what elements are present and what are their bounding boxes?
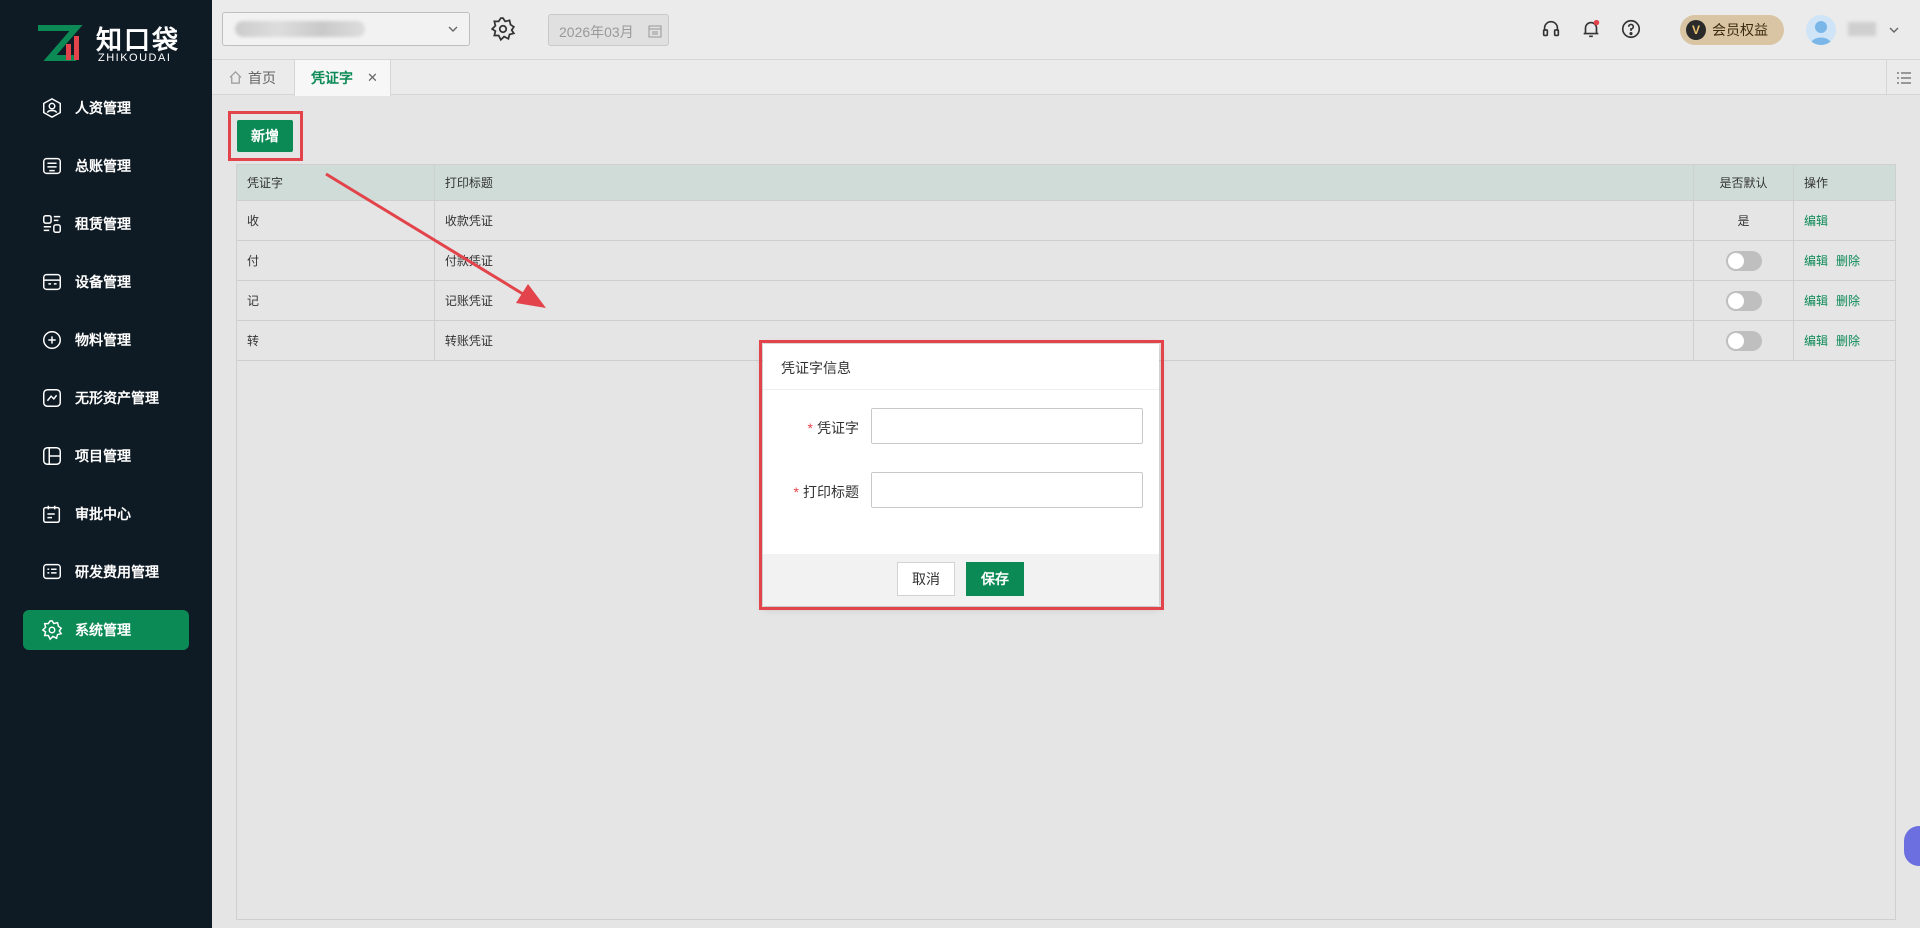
headset-icon[interactable] [1540,18,1562,40]
sidebar-item-label: 租赁管理 [75,216,131,232]
sidebar-item-label: 审批中心 [75,506,131,522]
cell-actions: 编辑 删除 [1793,320,1896,361]
default-toggle[interactable] [1725,290,1762,311]
sidebar-item-label: 研发费用管理 [75,564,159,580]
person-icon [41,97,63,119]
avatar[interactable] [1806,15,1836,45]
sidebar-item-rd-expense[interactable]: 研发费用管理 [23,552,189,592]
username-redacted [1848,22,1876,36]
column-header: 操作 [1793,164,1896,201]
sidebar-item-lease[interactable]: 租赁管理 [23,204,189,244]
delete-link[interactable]: 删除 [1836,334,1860,348]
cell-actions: 编辑 [1793,200,1896,241]
sidebar-item-label: 物料管理 [75,332,131,348]
intangible-asset-icon [41,387,63,409]
table-row: 记 记账凭证 编辑 删除 [236,280,1896,321]
project-icon [41,445,63,467]
member-benefits-button[interactable]: V 会员权益 [1680,15,1784,45]
calendar-icon [648,25,662,38]
top-bar: 2026年03月 V 会员权益 [212,0,1920,60]
period-value: 2026年03月 [559,24,634,40]
sidebar-item-approval[interactable]: 审批中心 [23,494,189,534]
sidebar-item-system[interactable]: 系统管理 [23,610,189,650]
column-header: 打印标题 [433,164,1695,201]
sidebar-item-ledger[interactable]: 总账管理 [23,146,189,186]
tab-bar: 首页 凭证字 ✕ [212,60,1920,96]
ledger-icon [41,155,63,177]
bell-icon[interactable] [1580,18,1602,40]
company-name-redacted [235,21,365,37]
gear-icon [41,619,63,641]
cell-word: 转 [236,320,435,361]
column-header: 是否默认 [1693,164,1795,201]
member-benefits-label: 会员权益 [1712,22,1768,38]
logo-mark-icon [38,25,83,61]
rd-expense-icon [41,561,63,583]
sidebar: 知口袋 ZHIKOUDAI 人资管理 总账管理 租赁管理 设备管理 物料管理 无… [0,0,212,928]
table-row: 付 付款凭证 编辑 删除 [236,240,1896,281]
sidebar-item-label: 总账管理 [75,158,131,174]
sidebar-item-material[interactable]: 物料管理 [23,320,189,360]
edit-link[interactable]: 编辑 [1804,294,1828,308]
vip-badge-icon: V [1686,20,1706,40]
close-icon[interactable]: ✕ [367,70,378,86]
cell-default [1693,280,1795,321]
settings-gear-icon[interactable] [490,16,516,42]
sidebar-item-label: 系统管理 [75,622,131,638]
cell-word: 记 [236,280,435,321]
device-icon [41,271,63,293]
cell-actions: 编辑 删除 [1793,240,1896,281]
help-icon[interactable] [1620,18,1642,40]
cell-default [1693,320,1795,361]
edit-link[interactable]: 编辑 [1804,334,1828,348]
cell-actions: 编辑 删除 [1793,280,1896,321]
sidebar-item-label: 设备管理 [75,274,131,290]
edit-link[interactable]: 编辑 [1804,254,1828,268]
cell-default [1693,240,1795,281]
cell-default: 是 [1693,200,1795,241]
sidebar-item-label: 项目管理 [75,448,131,464]
tab-voucher-word[interactable]: 凭证字 ✕ [294,60,391,96]
tab-menu-button[interactable] [1886,60,1920,95]
tab-home[interactable]: 首页 [228,60,276,95]
delete-link[interactable]: 删除 [1836,254,1860,268]
logo: 知口袋 ZHIKOUDAI [36,20,186,68]
default-toggle[interactable] [1725,330,1762,351]
tab-label: 首页 [248,69,276,86]
tab-label: 凭证字 [311,70,353,86]
voucher-word-table: 凭证字 打印标题 是否默认 操作 收 收款凭证 是 编辑 付 付款凭证 编辑 删除… [236,164,1896,361]
brand-name-en: ZHIKOUDAI [98,52,172,64]
sidebar-nav: 人资管理 总账管理 租赁管理 设备管理 物料管理 无形资产管理 项目管理 审批中… [23,88,189,668]
sidebar-item-label: 人资管理 [75,100,131,116]
approval-icon [41,503,63,525]
cell-title: 记账凭证 [433,280,1695,321]
period-picker[interactable]: 2026年03月 [548,14,669,46]
sidebar-item-device[interactable]: 设备管理 [23,262,189,302]
table-row: 收 收款凭证 是 编辑 [236,200,1896,241]
list-icon [1896,71,1911,84]
annotation-highlight-dialog [759,340,1164,610]
material-icon [41,329,63,351]
annotation-highlight-add [228,111,303,161]
cell-title: 付款凭证 [433,240,1695,281]
table-header-row: 凭证字 打印标题 是否默认 操作 [236,164,1896,201]
company-select[interactable] [222,12,470,46]
cell-title: 收款凭证 [433,200,1695,241]
sidebar-item-hr[interactable]: 人资管理 [23,88,189,128]
sidebar-item-project[interactable]: 项目管理 [23,436,189,476]
lease-icon [41,213,63,235]
edit-link[interactable]: 编辑 [1804,214,1828,228]
cell-word: 收 [236,200,435,241]
sidebar-item-intangible[interactable]: 无形资产管理 [23,378,189,418]
sidebar-item-label: 无形资产管理 [75,390,159,406]
cell-word: 付 [236,240,435,281]
chat-widget-icon[interactable] [1904,826,1920,866]
chevron-down-icon[interactable] [1888,24,1900,36]
home-icon [229,71,242,84]
chevron-down-icon [448,26,458,32]
default-toggle[interactable] [1725,250,1762,271]
column-header: 凭证字 [236,164,435,201]
delete-link[interactable]: 删除 [1836,294,1860,308]
